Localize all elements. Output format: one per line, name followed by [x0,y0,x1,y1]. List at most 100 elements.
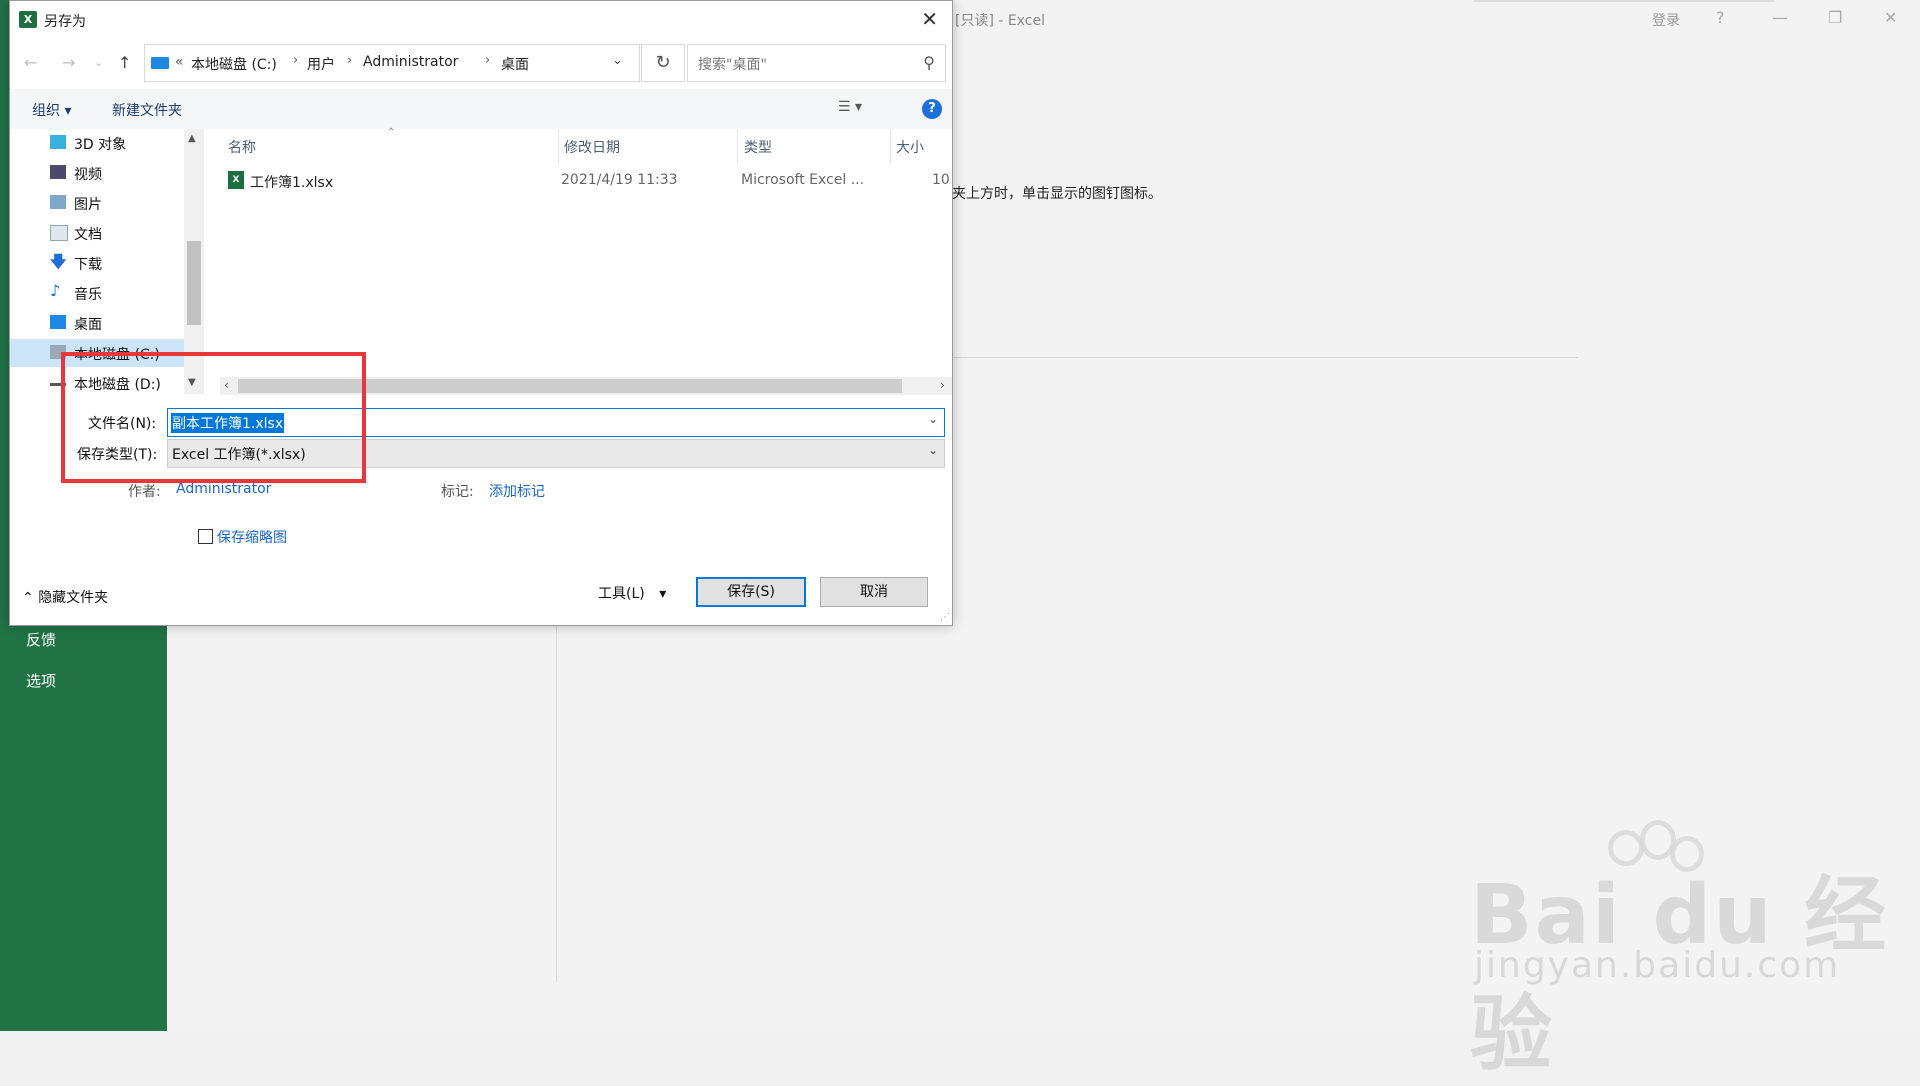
help-icon[interactable]: ? [1716,8,1725,27]
scrollbar-thumb[interactable] [238,379,902,393]
author-label: 作者: [128,484,161,500]
video-icon [50,165,66,179]
search-icon[interactable]: ⚲ [923,53,935,72]
download-icon: 🡇 [50,252,67,271]
refresh-icon[interactable]: ↻ [641,44,685,82]
filetype-select[interactable]: Excel 工作簿(*.xlsx) ⌄ [167,439,945,468]
tree-item-3d-objects[interactable]: 3D 对象 [10,129,184,157]
back-arrow-icon[interactable]: ← [24,53,37,72]
scroll-down-icon[interactable]: ▼ [188,377,196,388]
breadcrumb-administrator[interactable]: Administrator [363,54,458,70]
column-modified[interactable]: 修改日期 [564,137,620,157]
filename-input[interactable]: 副本工作簿1.xlsx ⌄ [167,408,945,437]
command-toolbar: 组织 ▾ 新建文件夹 ☰ ▾ ? [10,89,952,129]
filetype-value: Excel 工作簿(*.xlsx) [172,447,306,463]
file-size: 10 [932,172,950,188]
file-row[interactable]: X 工作簿1.xlsx 2021/4/19 11:33 Microsoft Ex… [224,167,954,195]
save-as-dialog: X 另存为 ✕ ← → ⌄ ↑ « 本地磁盘 (C:) › 用户 › Admin… [9,0,953,626]
tree-item-label: 桌面 [74,317,102,333]
hide-folders-label: 隐藏文件夹 [38,590,109,606]
minimize-icon[interactable]: — [1772,8,1788,27]
scroll-right-icon[interactable]: › [940,378,945,392]
drive-icon [50,383,66,386]
recent-dropdown-icon[interactable]: ⌄ [94,56,103,69]
nav-options[interactable]: 选项 [26,670,56,691]
file-name: 工作簿1.xlsx [250,175,334,191]
up-arrow-icon[interactable]: ↑ [118,53,131,72]
cancel-button[interactable]: 取消 [820,577,928,607]
excel-app-icon: X [19,11,37,28]
pin-description: 夹上方时，单击显示的图钉图标。 [952,186,1162,202]
save-thumbnail-checkbox[interactable] [198,529,213,544]
add-tags-link[interactable]: 添加标记 [489,481,545,501]
file-type: Microsoft Excel ... [741,172,865,188]
chevron-right-icon[interactable]: › [293,53,298,68]
tree-item-label: 3D 对象 [74,137,127,153]
forward-arrow-icon[interactable]: → [62,53,75,72]
tree-item-documents[interactable]: 文档 [10,219,184,247]
chevron-down-icon[interactable]: ⌄ [928,443,938,457]
help-icon[interactable]: ? [922,99,942,119]
tree-item-label: 下载 [74,257,102,273]
tree-scrollbar[interactable]: ▲ ▼ [184,129,204,394]
sort-ascending-icon: ⌃ [387,127,396,138]
chevron-right-icon[interactable]: › [347,53,352,68]
file-list-hscrollbar[interactable]: ‹ › [220,377,952,395]
breadcrumb-overflow[interactable]: « [175,54,184,70]
view-options-icon[interactable]: ☰ ▾ [838,99,862,115]
save-button[interactable]: 保存(S) [696,577,806,607]
save-thumbnail-label[interactable]: 保存缩略图 [217,527,287,547]
tree-item-downloads[interactable]: 🡇 下载 [10,249,184,277]
picture-icon [50,195,66,209]
tree-item-pictures[interactable]: 图片 [10,189,184,217]
chevron-down-icon[interactable]: ⌄ [928,412,938,426]
tree-item-label: 文档 [74,227,102,243]
scroll-left-icon[interactable]: ‹ [224,378,229,392]
chevron-down-icon[interactable]: ⌄ [612,53,623,68]
close-icon[interactable]: ✕ [921,7,938,31]
resize-grip-icon[interactable]: ⋰ [940,612,950,623]
close-window-icon[interactable]: ✕ [1884,8,1897,27]
breadcrumb-users[interactable]: 用户 [307,54,335,74]
tree-item-music[interactable]: ♪ 音乐 [10,279,184,307]
author-value[interactable]: Administrator [176,481,271,497]
column-type[interactable]: 类型 [744,137,772,157]
column-size[interactable]: 大小 [896,137,924,157]
tree-item-label: 本地磁盘 (D:) [74,377,161,393]
search-input[interactable]: 搜索"桌面" ⚲ [687,44,946,82]
breadcrumb-desktop[interactable]: 桌面 [501,54,529,74]
desktop-icon [50,315,66,329]
breadcrumb-drive-c[interactable]: 本地磁盘 (C:) [191,54,277,74]
new-folder-button[interactable]: 新建文件夹 [112,100,182,120]
tags-label: 标记: [441,484,474,500]
hide-folders-toggle[interactable]: ⌃ 隐藏文件夹 [22,587,108,607]
chevron-up-icon: ⌃ [22,590,34,606]
column-divider[interactable] [558,129,559,163]
login-link[interactable]: 登录 [1652,10,1680,30]
scroll-up-icon[interactable]: ▲ [188,133,196,144]
cube-icon [50,135,66,149]
navigation-bar: ← → ⌄ ↑ « 本地磁盘 (C:) › 用户 › Administrator… [10,39,952,85]
column-name[interactable]: 名称 [228,137,256,157]
tree-item-label: 音乐 [74,287,102,303]
watermark-url: jingyan.baidu.com [1474,945,1841,986]
chevron-right-icon[interactable]: › [485,53,490,68]
filename-value: 副本工作簿1.xlsx [171,413,285,433]
drive-icon [50,345,66,359]
tree-item-label: 本地磁盘 (C:) [74,347,160,363]
address-bar[interactable]: « 本地磁盘 (C:) › 用户 › Administrator › 桌面 ⌄ [144,44,640,82]
scrollbar-thumb[interactable] [187,241,201,325]
divider [1474,0,1774,2]
column-header: ⌃ 名称 修改日期 类型 大小 [204,127,952,164]
tree-item-desktop[interactable]: 桌面 [10,309,184,337]
restore-icon[interactable]: ❐ [1828,8,1842,27]
tree-item-drive-d[interactable]: 本地磁盘 (D:) [10,369,184,397]
column-divider[interactable] [890,129,891,163]
column-divider[interactable] [737,129,738,163]
tools-menu[interactable]: 工具(L) ▾ [598,583,666,603]
search-placeholder: 搜索"桌面" [698,57,767,73]
tree-item-videos[interactable]: 视频 [10,159,184,187]
nav-feedback[interactable]: 反馈 [26,629,56,650]
tree-item-drive-c[interactable]: 本地磁盘 (C:) [10,339,184,367]
organize-menu[interactable]: 组织 ▾ [32,100,71,120]
